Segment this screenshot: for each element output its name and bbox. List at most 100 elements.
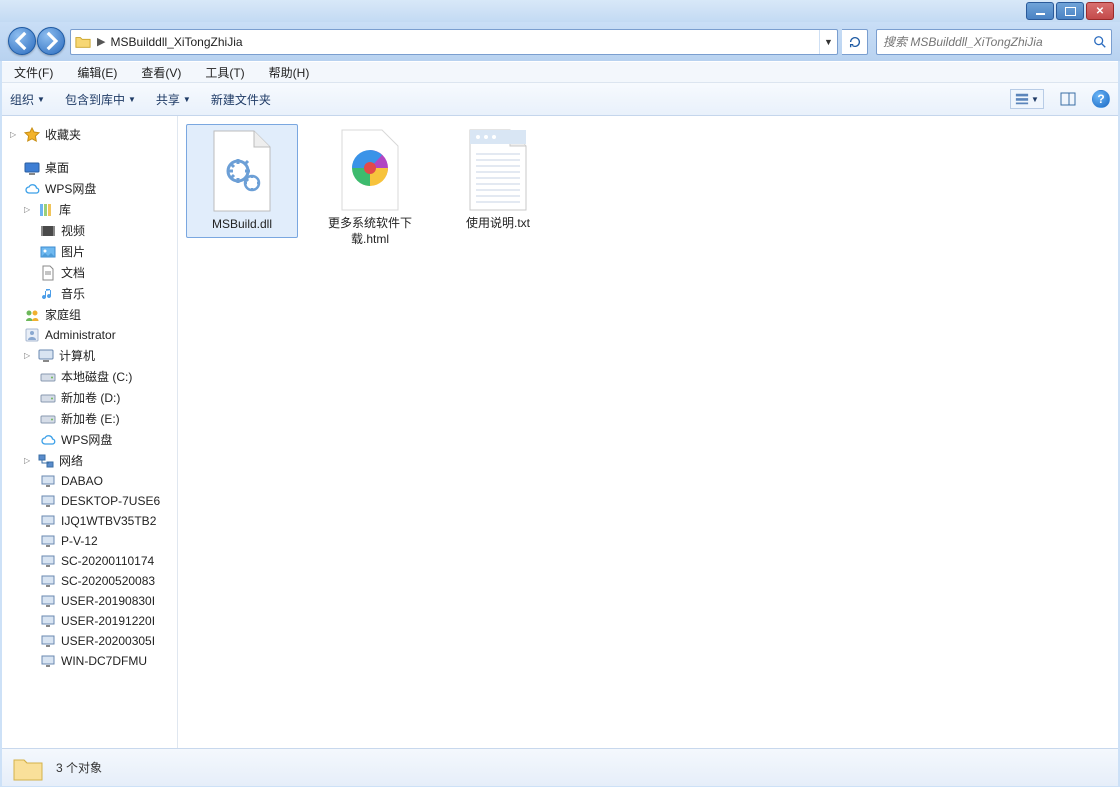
sidebar-drive-d-label: 新加卷 (D:): [61, 389, 120, 406]
network-pc-icon: [40, 593, 56, 609]
sidebar-administrator-label: Administrator: [45, 328, 116, 342]
sidebar-net-6[interactable]: USER-20190830I: [8, 591, 178, 611]
sidebar-desktop[interactable]: 桌面: [8, 157, 178, 178]
sidebar-net-3[interactable]: P-V-12: [8, 531, 178, 551]
menu-help[interactable]: 帮助(H): [257, 62, 322, 83]
network-pc-icon: [40, 493, 56, 509]
network-pc-icon: [40, 633, 56, 649]
navigation-pane: ▷ 收藏夹 桌面 WPS网盘 ▷ 库: [2, 116, 178, 748]
folder-icon: [75, 34, 91, 50]
refresh-button[interactable]: [842, 29, 868, 55]
address-bar[interactable]: ▶ MSBuilddll_XiTongZhiJia ▼: [70, 29, 838, 55]
sidebar-pictures[interactable]: 图片: [8, 241, 178, 262]
sidebar-favorites[interactable]: ▷ 收藏夹: [8, 124, 178, 145]
sidebar-net-8[interactable]: USER-20200305I: [8, 631, 178, 651]
search-icon[interactable]: [1089, 35, 1111, 49]
folder-icon: [12, 752, 44, 784]
desktop-icon: [24, 160, 40, 176]
menu-view[interactable]: 查看(V): [129, 62, 193, 83]
sidebar-net-1[interactable]: DESKTOP-7USE6: [8, 491, 178, 511]
search-input[interactable]: [877, 35, 1089, 49]
preview-pane-button[interactable]: [1058, 89, 1078, 109]
back-button[interactable]: [8, 27, 36, 55]
sidebar-net-2[interactable]: IJQ1WTBV35TB2: [8, 511, 178, 531]
sidebar-documents[interactable]: 文档: [8, 262, 178, 283]
sidebar-libraries-label: 库: [59, 201, 71, 218]
menu-file[interactable]: 文件(F): [2, 62, 65, 83]
sidebar-drive-c[interactable]: 本地磁盘 (C:): [8, 366, 178, 387]
network-pc-icon: [40, 553, 56, 569]
close-button[interactable]: [1086, 2, 1114, 20]
toolbar-organize[interactable]: 组织▼: [10, 91, 45, 108]
video-icon: [40, 223, 56, 239]
sidebar-homegroup[interactable]: 家庭组: [8, 304, 178, 325]
txt-file-icon: [458, 128, 538, 212]
drive-icon: [40, 411, 56, 427]
breadcrumb-current[interactable]: MSBuilddll_XiTongZhiJia: [107, 35, 245, 49]
help-button[interactable]: ?: [1092, 90, 1110, 108]
search-box[interactable]: [876, 29, 1112, 55]
navigation-row: ▶ MSBuilddll_XiTongZhiJia ▼: [0, 22, 1120, 61]
sidebar-drive-e[interactable]: 新加卷 (E:): [8, 408, 178, 429]
file-list[interactable]: MSBuild.dll 更多系统软件下载.html: [178, 116, 1118, 748]
sidebar-net-9[interactable]: WIN-DC7DFMU: [8, 651, 178, 671]
sidebar-favorites-label: 收藏夹: [45, 126, 81, 143]
sidebar-administrator[interactable]: Administrator: [8, 325, 178, 345]
sidebar-network-label: 网络: [59, 452, 83, 469]
sidebar-net-5[interactable]: SC-20200520083: [8, 571, 178, 591]
sidebar-videos[interactable]: 视频: [8, 220, 178, 241]
network-pc-icon: [40, 513, 56, 529]
menu-edit[interactable]: 编辑(E): [65, 62, 129, 83]
drive-icon: [40, 369, 56, 385]
sidebar-music[interactable]: 音乐: [8, 283, 178, 304]
html-file-icon: [330, 128, 410, 212]
sidebar-computer-label: 计算机: [59, 347, 95, 364]
forward-button[interactable]: [37, 27, 65, 55]
toolbar-share[interactable]: 共享▼: [156, 91, 191, 108]
sidebar-drive-d[interactable]: 新加卷 (D:): [8, 387, 178, 408]
sidebar-drive-e-label: 新加卷 (E:): [61, 410, 120, 427]
file-name: MSBuild.dll: [212, 217, 272, 233]
network-pc-icon: [40, 613, 56, 629]
sidebar-net-4[interactable]: SC-20200110174: [8, 551, 178, 571]
sidebar-net-7[interactable]: USER-20191220I: [8, 611, 178, 631]
documents-icon: [40, 265, 56, 281]
network-icon: [38, 453, 54, 469]
breadcrumb-separator-icon[interactable]: ▶: [95, 35, 107, 48]
toolbar-include-in-library[interactable]: 包含到库中▼: [65, 91, 136, 108]
address-dropdown-icon[interactable]: ▼: [819, 30, 837, 54]
pictures-icon: [40, 244, 56, 260]
menu-tools[interactable]: 工具(T): [193, 62, 256, 83]
sidebar-wps-label: WPS网盘: [45, 180, 96, 197]
menu-bar: 文件(F) 编辑(E) 查看(V) 工具(T) 帮助(H): [2, 61, 1118, 83]
file-item-txt[interactable]: 使用说明.txt: [442, 124, 554, 236]
toolbar-new-folder[interactable]: 新建文件夹: [211, 91, 271, 108]
sidebar-net-0[interactable]: DABAO: [8, 471, 178, 491]
status-bar: 3 个对象: [2, 748, 1118, 786]
sidebar-desktop-label: 桌面: [45, 159, 69, 176]
sidebar-videos-label: 视频: [61, 222, 85, 239]
maximize-button[interactable]: [1056, 2, 1084, 20]
sidebar-libraries[interactable]: ▷ 库: [8, 199, 178, 220]
sidebar-music-label: 音乐: [61, 285, 85, 302]
network-pc-icon: [40, 473, 56, 489]
computer-icon: [38, 348, 54, 364]
star-icon: [24, 127, 40, 143]
sidebar-wps2[interactable]: WPS网盘: [8, 429, 178, 450]
drive-icon: [40, 390, 56, 406]
sidebar-computer[interactable]: ▷ 计算机: [8, 345, 178, 366]
sidebar-wps[interactable]: WPS网盘: [8, 178, 178, 199]
network-pc-icon: [40, 533, 56, 549]
file-name: 使用说明.txt: [466, 216, 530, 232]
sidebar-drive-c-label: 本地磁盘 (C:): [61, 368, 132, 385]
minimize-button[interactable]: [1026, 2, 1054, 20]
window-titlebar: [0, 0, 1120, 22]
network-pc-icon: [40, 573, 56, 589]
sidebar-network[interactable]: ▷ 网络: [8, 450, 178, 471]
file-item-html[interactable]: 更多系统软件下载.html: [314, 124, 426, 251]
user-icon: [24, 327, 40, 343]
cloud-icon: [24, 181, 40, 197]
view-mode-button[interactable]: ▼: [1010, 89, 1044, 109]
file-item-msbuild-dll[interactable]: MSBuild.dll: [186, 124, 298, 238]
music-icon: [40, 286, 56, 302]
